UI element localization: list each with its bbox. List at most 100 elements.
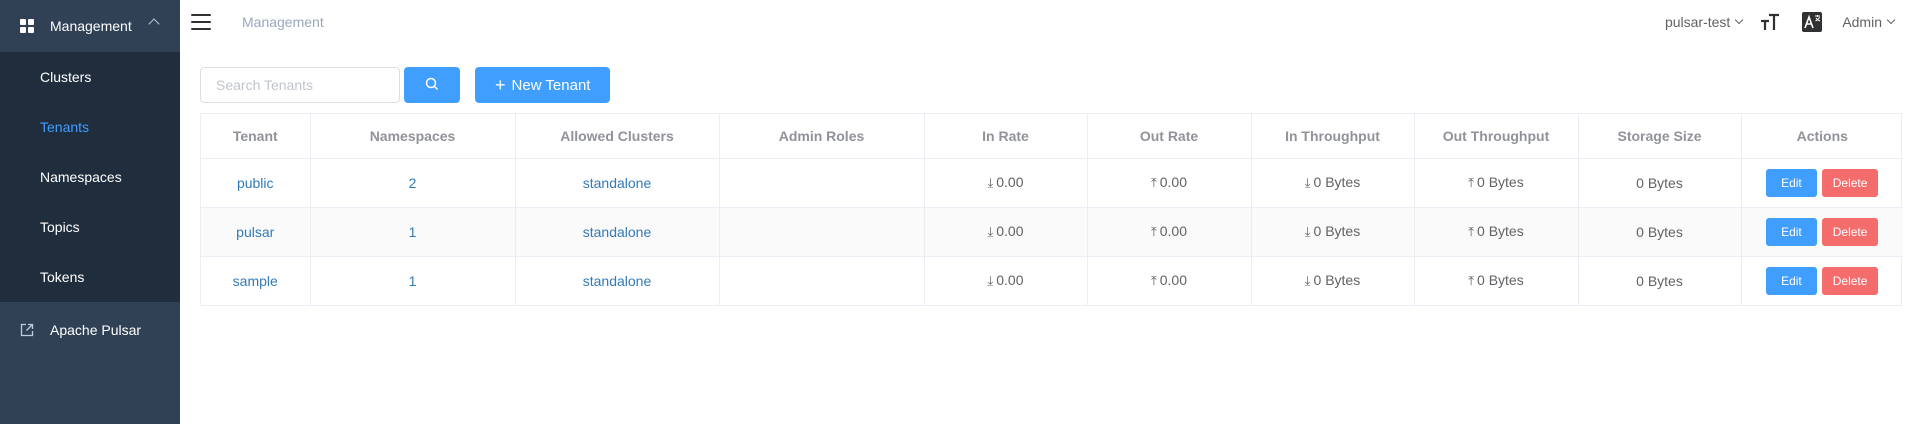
- table-header-row: Tenant Namespaces Allowed Clusters Admin…: [201, 114, 1903, 159]
- storage-size-cell: 0 Bytes: [1578, 207, 1742, 257]
- in-rate-value: 0.00: [996, 174, 1024, 190]
- column-header[interactable]: In Throughput: [1251, 114, 1415, 159]
- tenant-link[interactable]: public: [237, 175, 274, 191]
- namespaces-link[interactable]: 2: [409, 175, 417, 191]
- out-rate-cell: ⤒ 0.00: [1087, 207, 1252, 257]
- namespaces-link[interactable]: 1: [409, 273, 417, 289]
- cluster-name: pulsar-test: [1664, 14, 1731, 30]
- sidebar-item-namespaces[interactable]: Namespaces: [0, 152, 180, 202]
- delete-button[interactable]: Delete: [1821, 217, 1879, 246]
- language-icon[interactable]: [1802, 12, 1823, 32]
- out-rate-value: 0.00: [1159, 223, 1187, 239]
- search-input[interactable]: [200, 67, 400, 103]
- delete-button[interactable]: Delete: [1821, 168, 1879, 197]
- navbar: Management pulsar-test Admin: [180, 0, 1907, 44]
- sidebar-item-tenants[interactable]: Tenants: [0, 102, 180, 152]
- user-name: Admin: [1842, 14, 1882, 30]
- download-arrow-icon: ⤓: [987, 175, 994, 190]
- namespaces-link[interactable]: 1: [409, 224, 417, 240]
- user-menu[interactable]: Admin: [1842, 14, 1896, 30]
- search-button[interactable]: [404, 67, 460, 103]
- actions-cell: Edit Delete: [1741, 158, 1903, 208]
- new-tenant-label: New Tenant: [511, 76, 591, 94]
- sidebar-link-label: Apache Pulsar: [50, 322, 142, 338]
- sidebar-item-topics[interactable]: Topics: [0, 202, 180, 252]
- edit-button[interactable]: Edit: [1766, 168, 1817, 197]
- in-rate-cell: ⤓ 0.00: [924, 256, 1088, 305]
- storage-size-cell: 0 Bytes: [1578, 256, 1742, 305]
- sidebar-link-apache-pulsar[interactable]: Apache Pulsar: [0, 302, 180, 358]
- plus-icon: +: [495, 74, 506, 95]
- tenants-table: Tenant Namespaces Allowed Clusters Admin…: [200, 113, 1903, 306]
- cluster-link[interactable]: standalone: [583, 224, 652, 240]
- in-throughput-cell: ⤓ 0 Bytes: [1251, 207, 1415, 257]
- download-arrow-icon: ⤓: [1304, 273, 1311, 289]
- edit-button[interactable]: Edit: [1766, 266, 1817, 295]
- search-icon: [425, 77, 439, 94]
- new-tenant-button[interactable]: + New Tenant: [475, 67, 611, 103]
- out-throughput-cell: ⤒ 0 Bytes: [1414, 158, 1579, 208]
- column-header[interactable]: Allowed Clusters: [515, 114, 720, 159]
- out-throughput-cell: ⤒ 0 Bytes: [1414, 256, 1579, 305]
- cluster-selector[interactable]: pulsar-test: [1664, 14, 1744, 30]
- chevron-up-icon: [148, 18, 160, 30]
- table-row: public 2 standalone ⤓ 0.00 ⤒ 0.00 ⤓ 0 Bytes…: [201, 158, 1903, 208]
- table-row: sample 1 standalone ⤓ 0.00 ⤒ 0.00 ⤓ 0 Bytes…: [201, 256, 1903, 305]
- out-throughput-value: 0 Bytes: [1477, 174, 1524, 190]
- toolbar: + New Tenant: [200, 67, 611, 103]
- in-throughput-cell: ⤓ 0 Bytes: [1251, 158, 1415, 208]
- actions-cell: Edit Delete: [1741, 256, 1903, 305]
- in-throughput-value: 0 Bytes: [1313, 223, 1361, 239]
- upload-arrow-icon: ⤒: [1151, 273, 1157, 289]
- main-content: Management pulsar-test Admin Search Tena…: [180, 0, 1907, 424]
- cluster-link[interactable]: standalone: [583, 175, 652, 191]
- upload-arrow-icon: ⤒: [1468, 273, 1475, 289]
- sidebar-item-label: Namespaces: [40, 169, 122, 185]
- dashboard-grid-icon: [20, 19, 34, 33]
- tenant-link[interactable]: pulsar: [236, 224, 274, 240]
- hamburger-icon[interactable]: [191, 14, 211, 30]
- storage-size-cell: 0 Bytes: [1578, 158, 1742, 208]
- column-header[interactable]: Out Rate: [1087, 114, 1252, 159]
- admin-roles-cell: [719, 158, 925, 208]
- column-header: Actions: [1741, 114, 1903, 159]
- in-throughput-value: 0 Bytes: [1313, 272, 1361, 289]
- breadcrumb: Management: [242, 14, 324, 30]
- column-header[interactable]: Tenant: [201, 114, 311, 159]
- out-throughput-cell: ⤒ 0 Bytes: [1414, 207, 1579, 257]
- out-rate-value: 0.00: [1159, 174, 1187, 190]
- sidebar-item-label: Tokens: [40, 269, 85, 285]
- column-header[interactable]: Admin Roles: [719, 114, 925, 159]
- column-header[interactable]: Out Throughput: [1414, 114, 1579, 159]
- sidebar-group-management[interactable]: Management: [0, 0, 180, 52]
- admin-roles-cell: [719, 256, 925, 305]
- upload-arrow-icon: ⤒: [1151, 224, 1157, 239]
- sidebar-item-label: Clusters: [40, 69, 92, 85]
- edit-button[interactable]: Edit: [1766, 217, 1817, 246]
- delete-button[interactable]: Delete: [1821, 266, 1879, 295]
- sidebar-item-clusters[interactable]: Clusters: [0, 52, 180, 102]
- out-rate-cell: ⤒ 0.00: [1087, 158, 1252, 208]
- in-throughput-cell: ⤓ 0 Bytes: [1251, 256, 1415, 305]
- sidebar: Management Clusters Tenants Namespaces T…: [0, 0, 180, 424]
- sidebar-item-tokens[interactable]: Tokens: [0, 252, 180, 302]
- out-rate-cell: ⤒ 0.00: [1087, 256, 1252, 305]
- download-arrow-icon: ⤓: [1304, 175, 1311, 190]
- in-rate-cell: ⤓ 0.00: [924, 207, 1088, 257]
- out-throughput-value: 0 Bytes: [1477, 272, 1524, 289]
- column-header[interactable]: In Rate: [924, 114, 1088, 159]
- column-header[interactable]: Namespaces: [310, 114, 516, 159]
- in-rate-cell: ⤓ 0.00: [924, 158, 1088, 208]
- font-size-icon[interactable]: [1760, 12, 1780, 32]
- admin-roles-cell: [719, 207, 925, 257]
- download-arrow-icon: ⤓: [1304, 224, 1311, 239]
- upload-arrow-icon: ⤒: [1468, 224, 1475, 239]
- out-throughput-value: 0 Bytes: [1477, 223, 1524, 239]
- sidebar-item-label: Topics: [40, 219, 80, 235]
- cluster-link[interactable]: standalone: [583, 273, 652, 289]
- sidebar-group-label: Management: [50, 18, 132, 34]
- column-header[interactable]: Storage Size: [1578, 114, 1742, 159]
- download-arrow-icon: ⤓: [987, 273, 994, 289]
- tenant-link[interactable]: sample: [233, 273, 278, 289]
- upload-arrow-icon: ⤒: [1468, 175, 1475, 190]
